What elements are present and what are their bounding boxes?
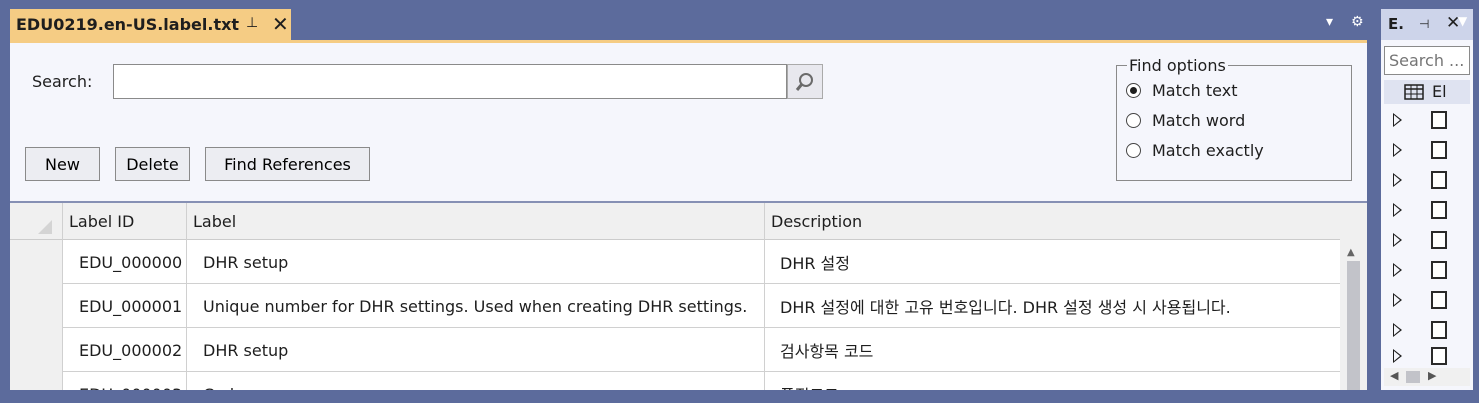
tool-window-horizontal-scrollbar[interactable]: ◀ ▶ xyxy=(1384,368,1470,386)
tab-dropdown-icon[interactable]: ▾ xyxy=(1326,14,1333,34)
find-references-button[interactable]: Find References xyxy=(205,147,370,181)
expand-arrow-icon[interactable] xyxy=(1393,173,1402,187)
scrollbar-thumb[interactable] xyxy=(1347,261,1360,390)
label-id-cell[interactable]: EDU_000002 xyxy=(63,328,187,372)
match-exactly-radio[interactable] xyxy=(1126,142,1141,158)
new-button[interactable]: New xyxy=(25,147,100,181)
delete-button[interactable]: Delete xyxy=(115,147,190,181)
tool-window-title: E. xyxy=(1388,15,1404,33)
report-icon xyxy=(1431,261,1447,279)
tree-item[interactable] xyxy=(1381,257,1473,287)
match-exactly-label: Match exactly xyxy=(1152,140,1264,160)
table-grid-icon xyxy=(1404,84,1424,100)
document-tab[interactable]: EDU0219.en-US.label.txt ⊥ ✕ xyxy=(10,9,291,40)
expand-arrow-icon[interactable] xyxy=(1393,263,1402,277)
label-cell[interactable]: DHR setup xyxy=(187,240,765,284)
label-cell[interactable]: Code xyxy=(187,372,765,390)
grid-vertical-scrollbar[interactable]: ▲ xyxy=(1340,203,1367,390)
tree-root-item[interactable]: El xyxy=(1384,80,1470,104)
expand-arrow-icon[interactable] xyxy=(1393,323,1402,337)
search-icon xyxy=(795,72,813,91)
pin-icon[interactable]: ⊥ xyxy=(246,15,258,31)
label-id-cell[interactable]: EDU_000001 xyxy=(63,284,187,328)
scroll-left-icon[interactable]: ◀ xyxy=(1390,369,1398,382)
query-icon xyxy=(1431,231,1447,249)
tree-item[interactable] xyxy=(1381,287,1473,317)
document-tab-title: EDU0219.en-US.label.txt xyxy=(16,15,240,34)
table-row[interactable]: EDU_000002 DHR setup 검사항목 코드 xyxy=(10,328,1340,372)
close-icon[interactable]: ✕ xyxy=(272,12,289,36)
class-icon xyxy=(1431,141,1447,159)
search-input[interactable] xyxy=(113,64,787,99)
column-header-label[interactable]: Label xyxy=(187,203,765,240)
label-id-cell[interactable]: EDU_000000 xyxy=(63,240,187,284)
scroll-right-icon[interactable]: ▶ xyxy=(1428,369,1436,382)
find-options-legend: Find options xyxy=(1129,56,1226,75)
labels-grid: Label ID Label Description EDU_000000 DH… xyxy=(10,201,1367,390)
settings-icon[interactable]: ⚙ xyxy=(1351,14,1364,34)
tree-item[interactable] xyxy=(1381,343,1473,365)
table-icon xyxy=(1431,201,1447,219)
hierarchy-icon xyxy=(1431,171,1447,189)
find-options-group: Find options Match text Match word Match… xyxy=(1116,56,1352,181)
tool-window-dropdown-icon[interactable]: ▼ xyxy=(1458,14,1467,28)
table-row[interactable]: EDU_000001 Unique number for DHR setting… xyxy=(10,284,1340,328)
search-label: Search: xyxy=(32,72,93,91)
match-exactly-option[interactable]: Match exactly xyxy=(1126,135,1341,165)
corner-triangle-icon xyxy=(38,219,52,234)
expand-arrow-icon[interactable] xyxy=(1393,349,1402,363)
tree-item[interactable] xyxy=(1381,107,1473,137)
match-word-option[interactable]: Match word xyxy=(1126,105,1341,135)
expand-arrow-icon[interactable] xyxy=(1393,113,1402,127)
match-text-option[interactable]: Match text xyxy=(1126,75,1341,105)
menu-icon xyxy=(1431,321,1447,339)
tree-item[interactable] xyxy=(1381,227,1473,257)
label-editor-panel: Search: New Delete Find References Find … xyxy=(10,43,1367,201)
expand-arrow-icon[interactable] xyxy=(1393,293,1402,307)
form-icon xyxy=(1431,111,1447,129)
scroll-up-icon[interactable]: ▲ xyxy=(1347,247,1355,258)
tree-item[interactable] xyxy=(1381,197,1473,227)
tool-window-body: El ◀ ▶ xyxy=(1381,40,1473,390)
column-header-label-id[interactable]: Label ID xyxy=(63,203,187,240)
tree-item[interactable] xyxy=(1381,137,1473,167)
match-word-radio[interactable] xyxy=(1126,112,1141,128)
tool-window-pin-icon[interactable]: ⊣ xyxy=(1419,17,1429,31)
description-cell[interactable]: DHR 설정 xyxy=(765,240,1340,284)
description-cell[interactable]: 품질코드 xyxy=(765,372,1340,390)
description-cell[interactable]: 검사항목 코드 xyxy=(765,328,1340,372)
description-cell[interactable]: DHR 설정에 대한 고유 번호입니다. DHR 설정 생성 시 사용됩니다. xyxy=(765,284,1340,328)
expand-arrow-icon[interactable] xyxy=(1393,203,1402,217)
row-header[interactable] xyxy=(10,284,63,328)
row-header[interactable] xyxy=(10,372,63,390)
expand-arrow-icon[interactable] xyxy=(1393,233,1402,247)
label-id-cell[interactable]: EDU_000003 xyxy=(63,372,187,390)
misc-icon xyxy=(1431,347,1447,365)
select-all-corner[interactable] xyxy=(10,203,63,240)
table-row[interactable]: EDU_000000 DHR setup DHR 설정 xyxy=(10,240,1340,284)
tree-root-label: El xyxy=(1432,82,1447,101)
label-cell[interactable]: DHR setup xyxy=(187,328,765,372)
table-row[interactable]: EDU_000003 Code 품질코드 xyxy=(10,372,1340,390)
match-text-radio[interactable] xyxy=(1126,82,1141,98)
search-button[interactable] xyxy=(787,64,823,99)
row-header[interactable] xyxy=(10,240,63,284)
match-text-label: Match text xyxy=(1152,80,1238,100)
label-cell[interactable]: Unique number for DHR settings. Used whe… xyxy=(187,284,765,328)
tool-window-search-input[interactable] xyxy=(1384,46,1470,75)
hscroll-thumb[interactable] xyxy=(1406,371,1420,383)
expand-arrow-icon[interactable] xyxy=(1393,143,1402,157)
row-header[interactable] xyxy=(10,328,63,372)
grid-header: Label ID Label Description xyxy=(10,203,1340,240)
map-icon xyxy=(1431,291,1447,309)
column-header-description[interactable]: Description xyxy=(765,203,1340,240)
tree-item[interactable] xyxy=(1381,167,1473,197)
match-word-label: Match word xyxy=(1152,110,1246,130)
